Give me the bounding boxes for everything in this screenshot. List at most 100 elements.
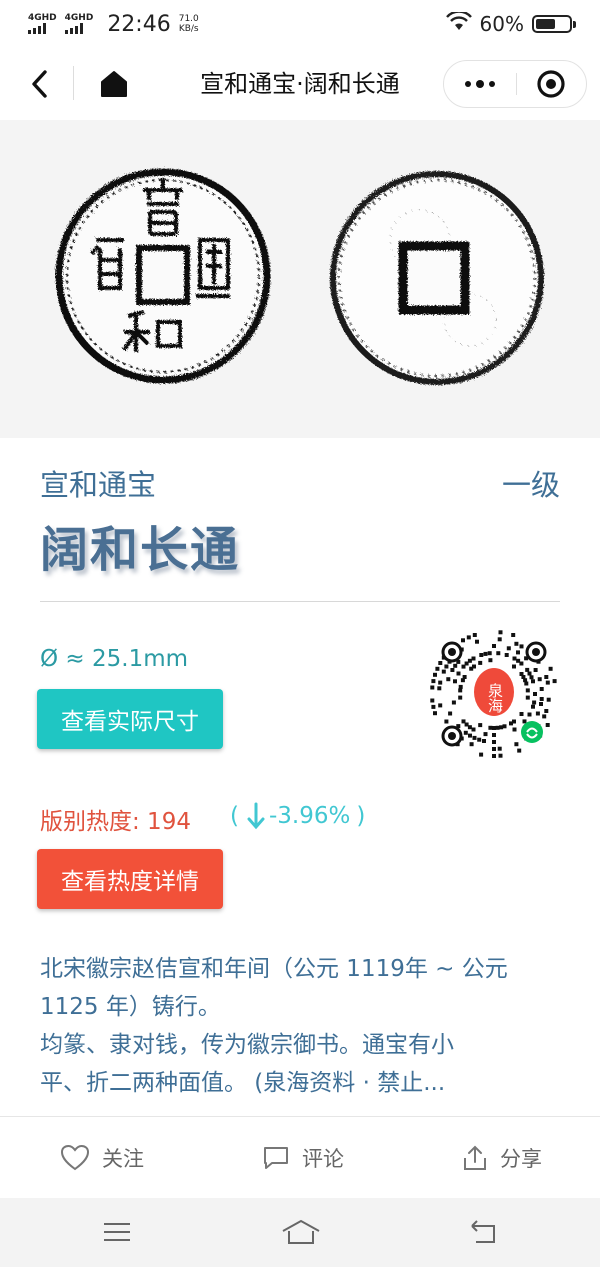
qr-dot	[517, 748, 522, 753]
qr-dot	[545, 680, 550, 685]
diameter-text: Ø ≈ 25.1mm	[40, 646, 189, 672]
coin-obverse-image[interactable]	[55, 168, 271, 384]
qr-dot	[469, 742, 474, 747]
qr-dot	[537, 677, 542, 682]
clock: 22:46	[107, 11, 171, 37]
description-line: 北宋徽宗赵佶宣和年间（公元 1119年 ~ 公元	[40, 956, 508, 982]
qr-dot	[463, 730, 468, 735]
qr-dot	[462, 675, 467, 679]
qr-dot	[512, 727, 517, 732]
qr-dot	[522, 719, 527, 724]
back-arrow-icon	[471, 1220, 495, 1243]
qr-dot	[472, 735, 477, 740]
qr-dot	[496, 651, 501, 656]
qr-dot	[450, 668, 455, 672]
qr-dot	[488, 725, 493, 730]
qr-dot	[512, 656, 517, 661]
home-button[interactable]	[96, 66, 132, 102]
home-icon	[101, 71, 127, 97]
qr-dot	[519, 712, 524, 716]
qr-dot	[514, 641, 519, 646]
more-dots-icon	[464, 81, 471, 87]
share-button[interactable]: 分享	[462, 1143, 542, 1173]
signal-bars-icon	[64, 23, 83, 34]
heart-icon	[60, 1144, 90, 1171]
arrow-down-icon	[247, 802, 265, 830]
qr-dot	[479, 752, 484, 757]
more-button[interactable]	[444, 61, 516, 107]
description-line: 平、折二两种面值。 (泉海资料 · 禁止...	[40, 1070, 446, 1096]
qr-dot	[511, 633, 516, 637]
qr-finder-center	[448, 732, 456, 740]
qr-dot	[458, 684, 463, 689]
qr-dot	[438, 703, 443, 708]
network-speed: 71.0 KB/s	[179, 14, 199, 34]
heat-label: 版别热度: 194	[40, 809, 191, 835]
qr-dot	[446, 677, 451, 682]
qr-dot	[468, 733, 472, 738]
qr-dot	[444, 719, 449, 724]
share-icon	[464, 1145, 486, 1170]
qr-dot	[519, 661, 524, 666]
more-dots-icon	[475, 80, 484, 88]
signal-bars-icon	[28, 23, 46, 34]
back-button[interactable]	[22, 66, 58, 102]
qr-dot	[529, 675, 534, 680]
qr-dot	[453, 663, 458, 668]
qr-dot	[539, 702, 543, 706]
coin-reverse-image[interactable]	[330, 171, 544, 385]
qr-dot	[483, 732, 488, 737]
target-circle-icon	[537, 70, 565, 98]
coin-image-area[interactable]	[0, 120, 600, 438]
qr-dot	[498, 753, 503, 758]
qr-dot	[492, 733, 496, 737]
qr-dot	[531, 679, 535, 684]
qr-finder-center	[448, 648, 456, 656]
home-nav-button[interactable]	[281, 1216, 321, 1248]
qr-dot	[506, 646, 511, 651]
chevron-left-icon	[32, 70, 47, 98]
menu-button[interactable]	[100, 1216, 134, 1248]
back-nav-button[interactable]	[466, 1216, 500, 1248]
follow-button[interactable]: 关注	[60, 1143, 144, 1173]
qr-dot	[545, 723, 550, 727]
network-type-2: 4GHD	[64, 13, 94, 23]
qr-dot	[444, 664, 449, 669]
qr-dot	[492, 747, 496, 751]
qr-dot	[479, 653, 484, 657]
home-outline-icon	[282, 1219, 320, 1244]
qr-dot	[477, 737, 482, 742]
qr-dot	[531, 704, 535, 709]
heat-trend: ( -3.96% )	[230, 802, 365, 830]
page-title: 宣和通宝·阔和长通	[200, 70, 400, 98]
close-miniprogram-button[interactable]	[517, 61, 587, 107]
qr-dot	[461, 638, 465, 643]
qr-dot	[498, 630, 503, 635]
qr-dot	[497, 637, 502, 642]
system-nav-bar	[0, 1198, 600, 1267]
view-heat-details-button[interactable]: 查看热度详情	[37, 849, 223, 909]
qr-dot	[525, 688, 530, 693]
network-type-1: 4GHD	[28, 13, 57, 23]
miniprogram-qr-code[interactable]: 泉海	[428, 628, 560, 760]
battery-icon	[532, 15, 576, 33]
qr-dot	[533, 692, 537, 696]
description: 北宋徽宗赵佶宣和年间（公元 1119年 ~ 公元 1125 年）铸行。 均篆、隶…	[40, 950, 560, 1102]
qr-dot	[453, 679, 457, 684]
variety-name: 阔和长通	[40, 522, 241, 578]
trend-open-paren: (	[230, 803, 239, 829]
comment-button[interactable]: 评论	[262, 1143, 344, 1173]
qr-dot	[525, 695, 530, 700]
status-bar: 4GHD 4GHD 22:46 71.0 KB/s 60%	[0, 0, 600, 48]
qr-dot	[509, 721, 513, 726]
qr-dot	[514, 742, 519, 747]
trend-close-paren: )	[356, 803, 366, 829]
nav-bar: 宣和通宝·阔和长通	[0, 48, 600, 120]
qr-dot	[499, 725, 504, 730]
comment-label: 评论	[302, 1147, 344, 1171]
qr-dot	[492, 644, 496, 648]
qr-dot	[431, 704, 436, 709]
view-actual-size-button[interactable]: 查看实际尺寸	[37, 689, 223, 749]
qr-dot	[539, 697, 544, 701]
qr-dot	[483, 651, 488, 656]
